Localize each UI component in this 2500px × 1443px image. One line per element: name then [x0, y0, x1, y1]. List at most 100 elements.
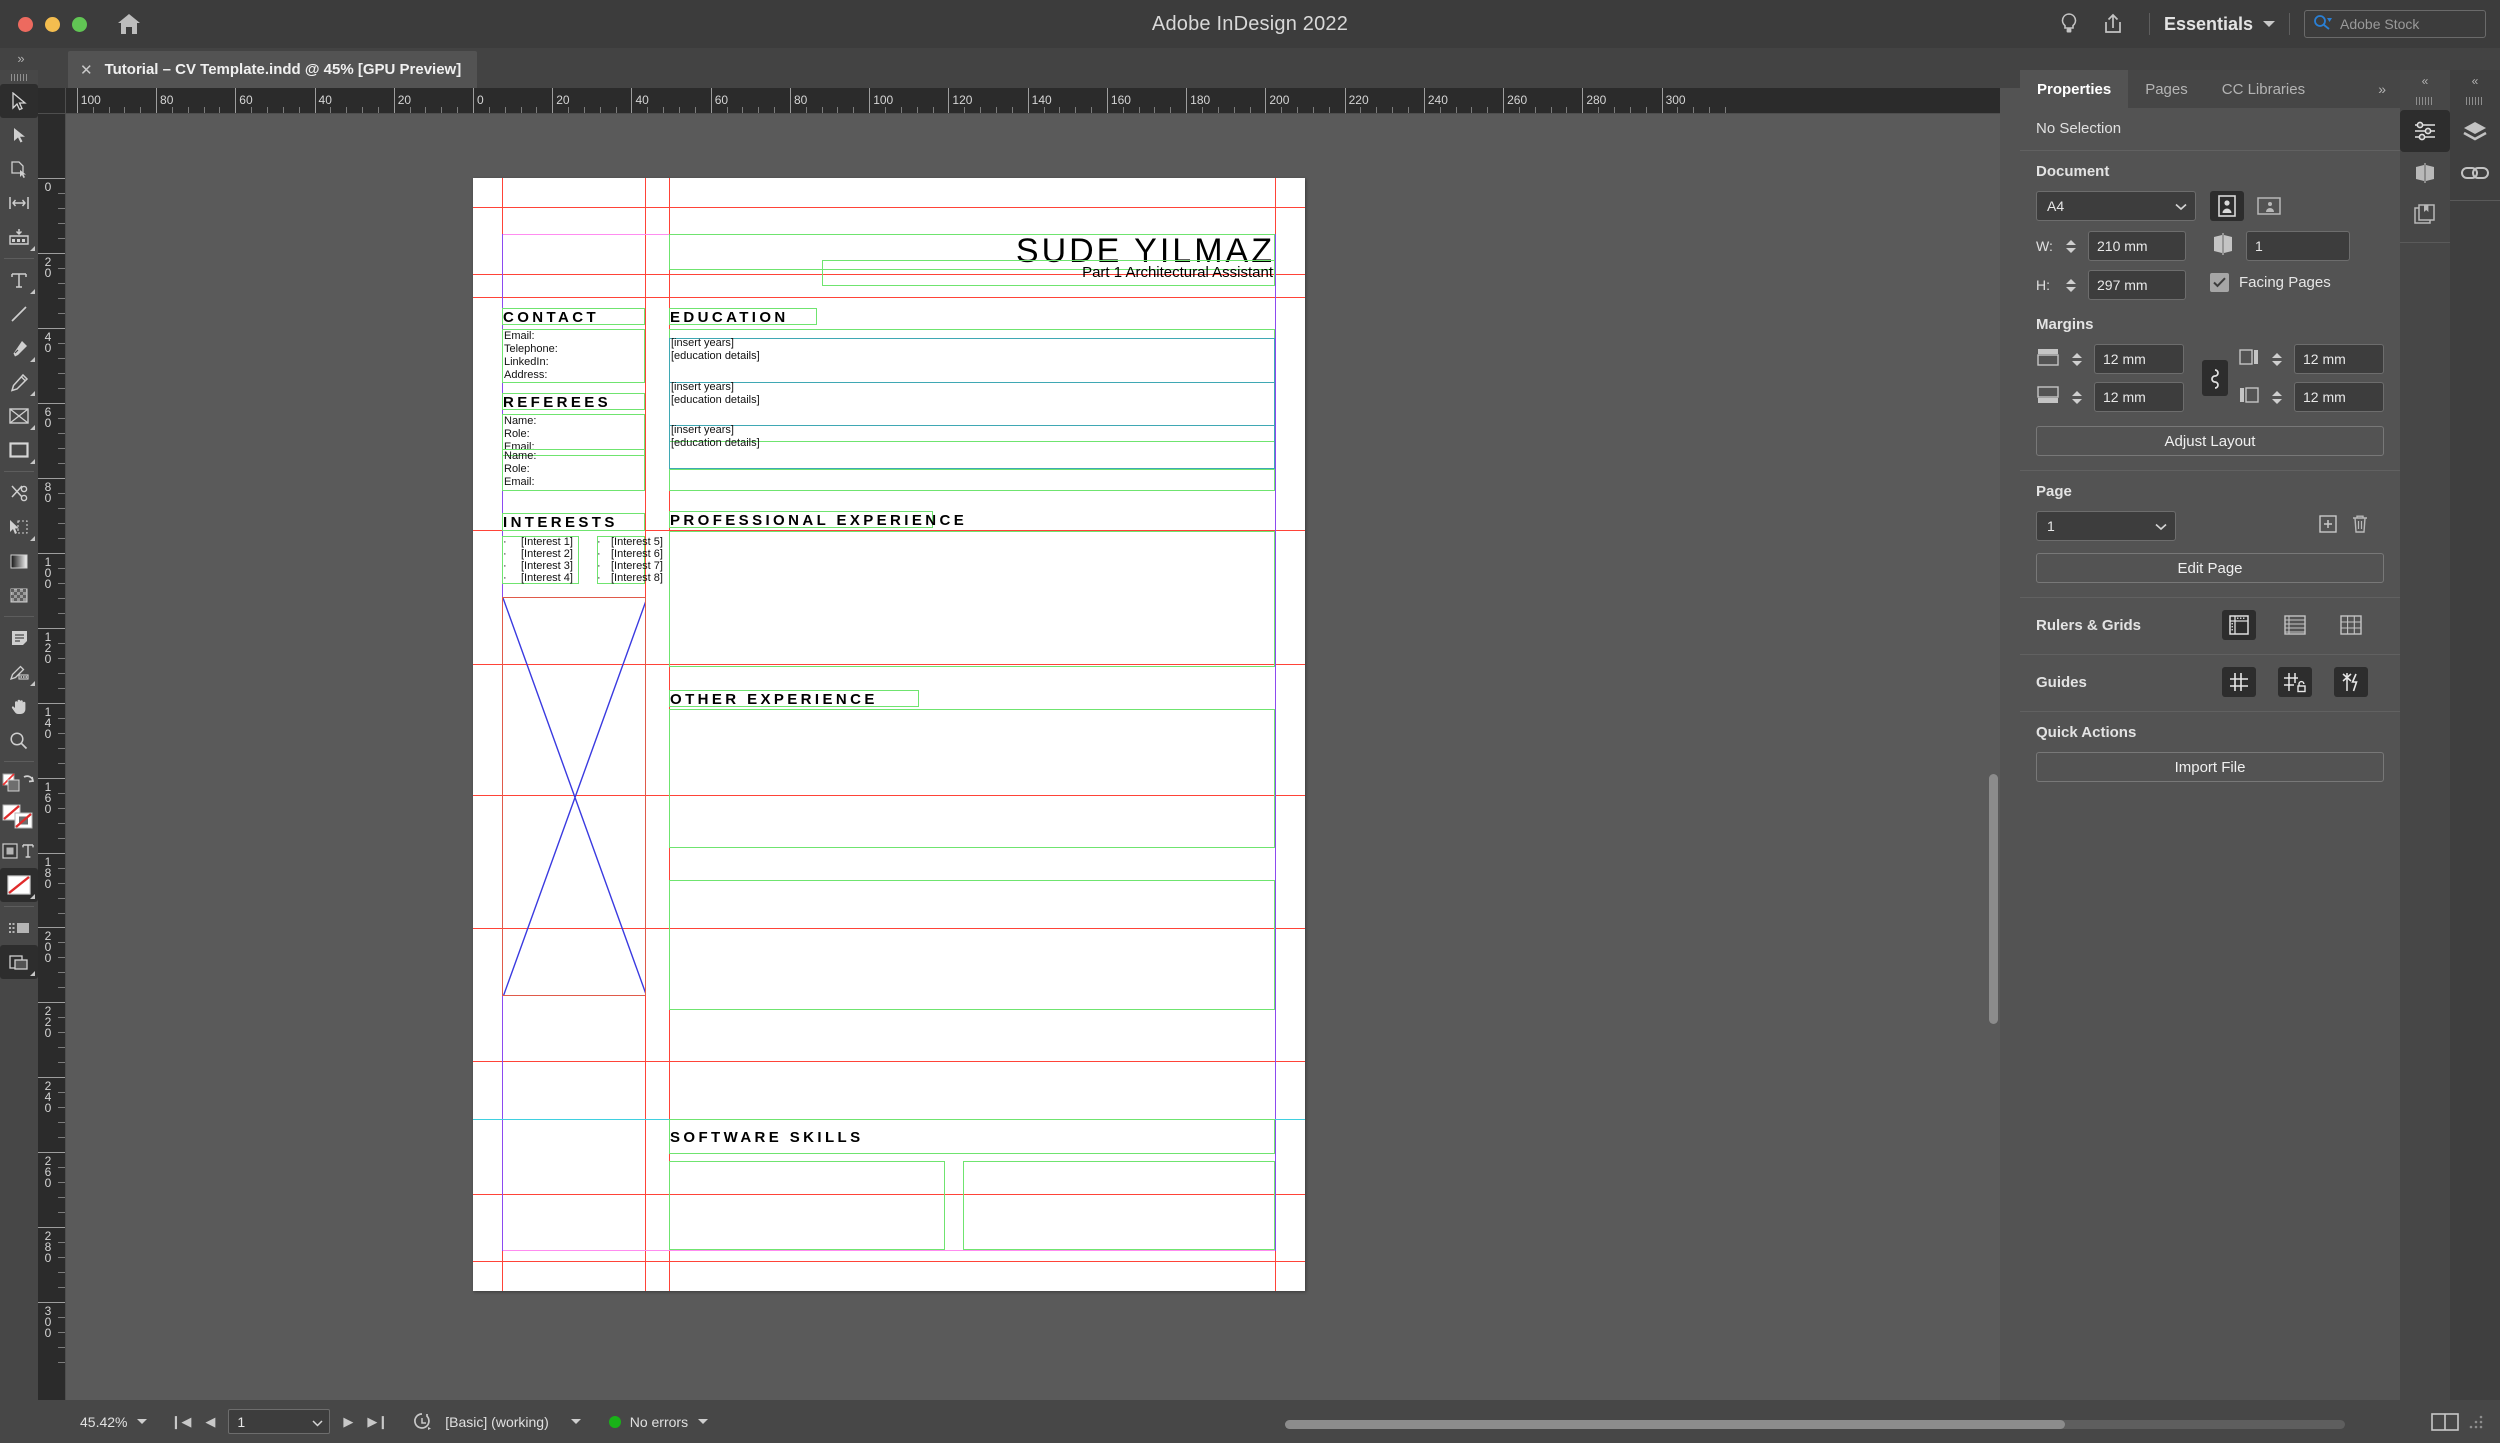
baseline-grid-icon[interactable] — [2278, 610, 2312, 640]
show-rulers-icon[interactable] — [2222, 610, 2256, 640]
facing-pages-row[interactable]: Facing Pages — [2210, 273, 2384, 292]
type-tool[interactable] — [0, 263, 38, 297]
double-chevron-right-icon[interactable]: » — [2364, 70, 2400, 108]
document-tab[interactable]: ✕ Tutorial – CV Template.indd @ 45% [GPU… — [68, 51, 478, 88]
spread-view-icon[interactable] — [2430, 1411, 2460, 1433]
line-tool[interactable] — [0, 297, 38, 331]
pen-tool[interactable] — [0, 331, 38, 365]
margin-top-stepper[interactable] — [2070, 352, 2084, 366]
vertical-ruler[interactable]: 0 20 40 60 80 100 120 140 160 180 200 220 240 260 280 3… — [38, 114, 66, 1400]
rectangle-tool[interactable] — [0, 433, 38, 467]
software-skills-column1-frame[interactable] — [669, 1161, 945, 1250]
chevron-down-icon[interactable] — [137, 1419, 148, 1424]
double-chevron-right-icon[interactable]: » — [2, 48, 40, 70]
smart-guides-icon[interactable] — [2334, 667, 2368, 697]
workspace-selector-label[interactable]: Essentials — [2164, 14, 2253, 35]
width-field[interactable]: 210 mm — [2088, 231, 2186, 261]
double-chevron-left-icon[interactable]: « — [2450, 70, 2500, 92]
zoom-level[interactable]: 45.42% — [80, 1414, 157, 1430]
tool-flyout-indicator[interactable] — [30, 289, 35, 294]
prev-page-icon[interactable]: ◀ — [198, 1414, 222, 1430]
import-file-button[interactable]: Import File — [2036, 752, 2384, 782]
facing-pages-checkbox[interactable] — [2210, 273, 2229, 292]
other-experience-body-frame[interactable] — [669, 709, 1275, 848]
screen-mode-button[interactable] — [0, 945, 38, 979]
direct-selection-tool[interactable] — [0, 118, 38, 152]
gap-tool[interactable] — [0, 186, 38, 220]
width-stepper[interactable] — [2064, 239, 2078, 253]
horizontal-scrollbar-thumb[interactable] — [1285, 1420, 2065, 1429]
preflight-profile[interactable]: [Basic] (working) — [445, 1414, 590, 1430]
hand-tool[interactable] — [0, 689, 38, 723]
portrait-orientation-icon[interactable] — [2210, 191, 2244, 221]
margin-right-stepper[interactable] — [2270, 390, 2284, 404]
lightbulb-icon[interactable] — [2047, 0, 2091, 48]
gradient-swatch-tool[interactable] — [0, 544, 38, 578]
education-entry-3-frame[interactable] — [669, 425, 1275, 469]
layers-panel-icon[interactable] — [2450, 110, 2500, 152]
fill-stroke-affect-controls[interactable] — [0, 766, 38, 800]
error-status[interactable]: No errors — [608, 1414, 718, 1430]
normal-view-mode[interactable] — [0, 911, 38, 945]
landscape-orientation-icon[interactable] — [2252, 191, 2286, 221]
pages-count-field[interactable]: 1 — [2246, 231, 2350, 261]
free-transform-tool[interactable] — [0, 510, 38, 544]
edit-page-button[interactable]: Edit Page — [2036, 553, 2384, 583]
ruler-origin-corner[interactable] — [38, 88, 66, 114]
tool-flyout-indicator[interactable] — [30, 391, 35, 396]
tool-flyout-indicator[interactable] — [30, 894, 35, 899]
pencil-tool[interactable] — [0, 365, 38, 399]
links-panel-icon[interactable] — [2450, 152, 2500, 194]
chevron-down-icon[interactable] — [570, 1419, 581, 1424]
color-theme-tool[interactable] — [0, 655, 38, 689]
tool-flyout-indicator[interactable] — [30, 681, 35, 686]
margin-top-field[interactable]: 12 mm — [2094, 344, 2184, 374]
education-footer-frame[interactable] — [669, 469, 1275, 491]
tool-flyout-indicator[interactable] — [30, 425, 35, 430]
properties-panel-icon[interactable] — [2400, 110, 2450, 152]
scissors-tool[interactable] — [0, 476, 38, 510]
trash-icon[interactable] — [2350, 514, 2370, 539]
document-page[interactable]: SUDE YILMAZ Part 1 Architectural Assista… — [473, 178, 1305, 1291]
tool-flyout-indicator[interactable] — [30, 357, 35, 362]
dock-grip[interactable] — [2450, 92, 2500, 110]
pages-panel-icon[interactable] — [2400, 152, 2450, 194]
resize-grip-icon[interactable] — [2466, 1412, 2486, 1432]
ruler-guide-h-7[interactable] — [473, 1061, 1305, 1062]
content-collector-tool[interactable] — [0, 220, 38, 254]
first-page-icon[interactable]: ❙◀ — [163, 1414, 198, 1430]
page-number-select[interactable]: 1 — [2036, 511, 2176, 541]
margin-bottom-stepper[interactable] — [2070, 390, 2084, 404]
show-guides-icon[interactable] — [2222, 667, 2256, 697]
gradient-feather-tool[interactable] — [0, 578, 38, 612]
apply-none-button[interactable] — [0, 868, 38, 902]
canvas-vertical-scrollbar-thumb[interactable] — [1989, 774, 1998, 1024]
note-tool[interactable] — [0, 621, 38, 655]
horizontal-ruler[interactable]: 100 80 60 40 20 0 20 40 60 80 100 120 140 160 180 200 22… — [66, 88, 2000, 114]
height-stepper[interactable] — [2064, 278, 2078, 292]
search-input[interactable]: Adobe Stock — [2304, 10, 2486, 38]
next-page-icon[interactable]: ▶ — [336, 1414, 360, 1430]
preflight-icon[interactable] — [411, 1411, 433, 1433]
horizontal-scrollbar-track[interactable] — [1285, 1420, 2345, 1429]
cc-libraries-panel-icon[interactable] — [2400, 194, 2450, 236]
tab-properties[interactable]: Properties — [2020, 70, 2129, 108]
document-grid-icon[interactable] — [2334, 610, 2368, 640]
software-skills-column2-frame[interactable] — [963, 1161, 1275, 1250]
chevron-down-icon[interactable] — [698, 1419, 709, 1424]
page-tool[interactable] — [0, 152, 38, 186]
formatting-affects-container-or-text[interactable] — [0, 834, 38, 868]
tab-cc-libraries[interactable]: CC Libraries — [2205, 70, 2322, 108]
lock-guides-icon[interactable] — [2278, 667, 2312, 697]
selection-tool[interactable] — [0, 84, 38, 118]
image-placeholder-frame[interactable] — [502, 597, 646, 996]
tool-flyout-indicator[interactable] — [30, 459, 35, 464]
zoom-tool[interactable] — [0, 723, 38, 757]
adjust-layout-button[interactable]: Adjust Layout — [2036, 426, 2384, 456]
margin-left-field[interactable]: 12 mm — [2294, 344, 2384, 374]
margin-left-stepper[interactable] — [2270, 352, 2284, 366]
page-size-select[interactable]: A4 — [2036, 191, 2196, 221]
fill-and-stroke-swatches[interactable] — [0, 800, 38, 834]
tool-flyout-indicator[interactable] — [30, 536, 35, 541]
document-canvas[interactable]: SUDE YILMAZ Part 1 Architectural Assista… — [66, 114, 2000, 1400]
